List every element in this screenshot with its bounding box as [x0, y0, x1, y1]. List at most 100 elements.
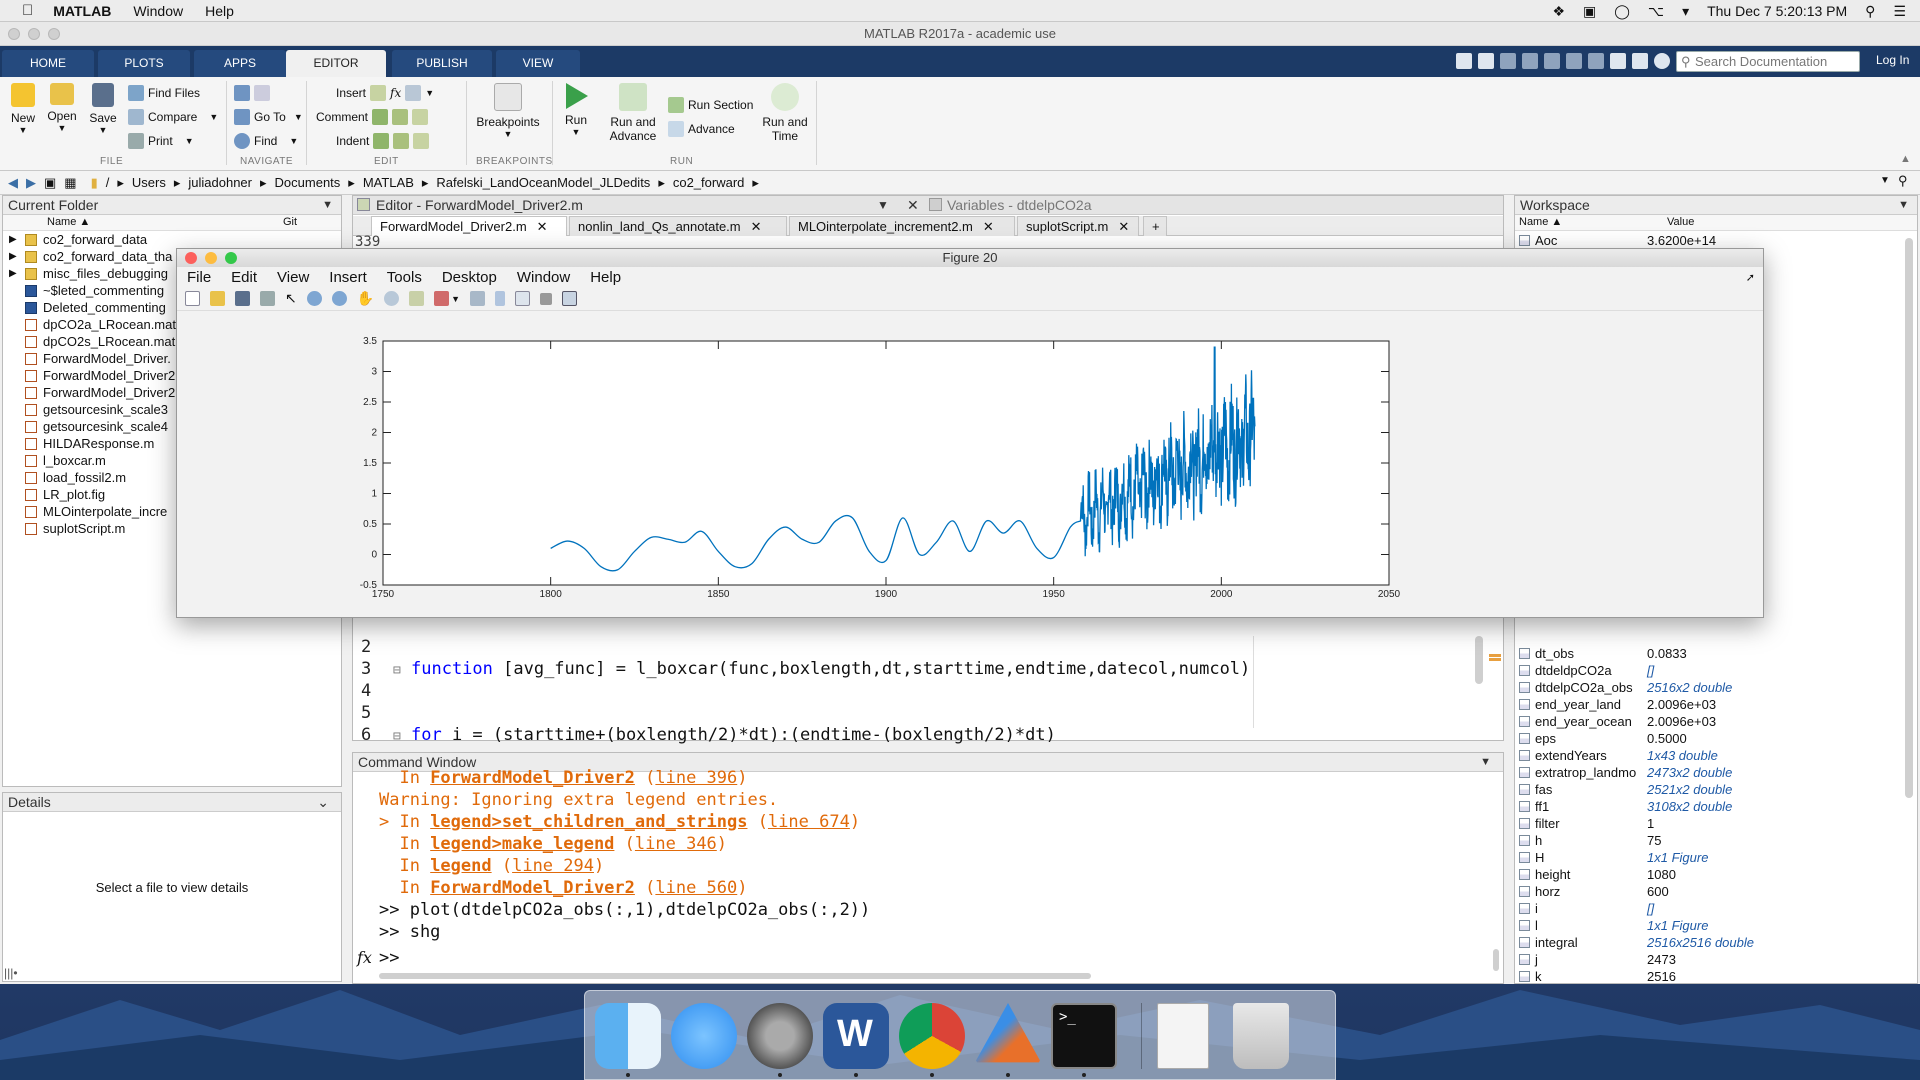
- chrome-icon[interactable]: [899, 1003, 965, 1069]
- editor-scrollbar[interactable]: [1475, 636, 1483, 684]
- clock[interactable]: Thu Dec 7 5:20:13 PM: [1707, 3, 1847, 19]
- spotlight-icon[interactable]: ⚲: [1865, 3, 1875, 20]
- apple-icon[interactable]: : [22, 2, 33, 19]
- tab-publish[interactable]: PUBLISH: [392, 50, 492, 77]
- breakpoints-button[interactable]: Breakpoints ▼: [472, 83, 544, 139]
- menu-window[interactable]: Window: [133, 3, 183, 19]
- folder-item[interactable]: ▶ co2_forward_data: [3, 231, 341, 248]
- switch-windows-icon[interactable]: [1610, 53, 1626, 69]
- word-icon[interactable]: W: [823, 1003, 889, 1069]
- minimize-window-button[interactable]: [28, 28, 40, 40]
- paste-icon[interactable]: [1544, 53, 1560, 69]
- back-icon[interactable]: ◀: [8, 175, 18, 191]
- editor-tab[interactable]: suplotScript.m ✕: [1017, 216, 1139, 236]
- tab-view[interactable]: VIEW: [496, 50, 580, 77]
- document-icon[interactable]: [1157, 1003, 1209, 1069]
- cut-icon[interactable]: [1500, 53, 1516, 69]
- open-button[interactable]: Open ▼: [46, 83, 78, 133]
- fold-toggle-icon[interactable]: ⊟: [393, 660, 411, 682]
- column-name[interactable]: Name ▲: [47, 216, 90, 228]
- expand-arrow-icon[interactable]: ▶: [9, 265, 17, 282]
- error-line-link[interactable]: line 396: [655, 768, 737, 788]
- compare-button[interactable]: Compare ▼: [128, 109, 218, 125]
- error-function-link[interactable]: legend>set_children_and_strings: [430, 812, 747, 832]
- command-prompt[interactable]: >>: [379, 947, 399, 969]
- find-files-button[interactable]: Find Files: [128, 85, 200, 101]
- run-button[interactable]: Run ▼: [560, 83, 592, 137]
- error-line-link[interactable]: line 294: [512, 856, 594, 876]
- zoom-window-button[interactable]: [48, 28, 60, 40]
- menu-help[interactable]: Help: [205, 3, 234, 19]
- breadcrumb-documents[interactable]: Documents: [275, 175, 341, 190]
- error-line-link[interactable]: line 346: [635, 834, 717, 854]
- tab-plots[interactable]: PLOTS: [98, 50, 190, 77]
- workspace-row[interactable]: dtdeldpCO2a []: [1515, 662, 1895, 679]
- workspace-row[interactable]: end_year_land 2.0096e+03: [1515, 696, 1895, 713]
- expand-arrow-icon[interactable]: ▶: [9, 248, 17, 265]
- new-button[interactable]: New ▼: [8, 83, 38, 135]
- run-section-button[interactable]: Run Section: [668, 97, 753, 113]
- advance-button[interactable]: Advance: [668, 121, 735, 137]
- editor-tab[interactable]: MLOinterpolate_increment2.m ✕: [789, 216, 1015, 236]
- editor-tab[interactable]: ForwardModel_Driver2.m ✕: [371, 216, 567, 236]
- workspace-row[interactable]: H 1x1 Figure: [1515, 849, 1895, 866]
- undo-icon[interactable]: [1566, 53, 1582, 69]
- workspace-row[interactable]: i []: [1515, 900, 1895, 917]
- workspace-row[interactable]: h 75: [1515, 832, 1895, 849]
- workspace-row[interactable]: dt_obs 0.0833: [1515, 645, 1895, 662]
- matlab-icon[interactable]: [975, 1003, 1041, 1063]
- bluetooth-icon[interactable]: ⌥: [1648, 3, 1664, 20]
- warning-marker[interactable]: [1489, 654, 1501, 657]
- insert-dropdown-icon[interactable]: ▼: [425, 88, 434, 98]
- workspace-row[interactable]: ff1 3108x2 double: [1515, 798, 1895, 815]
- workspace-row[interactable]: j 2473: [1515, 951, 1895, 968]
- insert-function-fx-icon[interactable]: fx: [390, 86, 401, 100]
- workspace-row[interactable]: height 1080: [1515, 866, 1895, 883]
- workspace-row[interactable]: end_year_ocean 2.0096e+03: [1515, 713, 1895, 730]
- browse-folder-icon[interactable]: ▦: [64, 175, 76, 191]
- tab-close-icon[interactable]: ✕: [537, 219, 548, 234]
- command-window-hscrollbar[interactable]: [379, 973, 1091, 979]
- wrap-comments-icon[interactable]: [412, 109, 429, 125]
- layout-icon[interactable]: [1456, 53, 1472, 69]
- find-button[interactable]: Find ▼: [234, 133, 298, 149]
- help-icon[interactable]: [1654, 53, 1670, 69]
- dropbox-icon[interactable]: ❖: [1552, 3, 1565, 20]
- workspace-row[interactable]: integral 2516x2516 double: [1515, 934, 1895, 951]
- code-line[interactable]: 6 ⊟ for i = (starttime+(boxlength/2)*dt):(…: [353, 724, 1056, 746]
- notification-center-icon[interactable]: ☰: [1893, 3, 1906, 20]
- command-window-output[interactable]: In ForwardModel_Driver2 (line 396) Warnin…: [379, 767, 1479, 943]
- error-function-link[interactable]: legend>make_legend: [430, 834, 614, 854]
- panel-menu-icon[interactable]: ▼: [322, 196, 333, 215]
- column-git[interactable]: Git: [283, 216, 297, 228]
- breadcrumb-matlab[interactable]: MATLAB: [363, 175, 414, 190]
- workspace-row[interactable]: extratrop_landmo 2473x2 double: [1515, 764, 1895, 781]
- close-window-button[interactable]: [8, 28, 20, 40]
- search-documentation-input[interactable]: ⚲ Search Documentation: [1676, 51, 1860, 72]
- error-function-link[interactable]: legend: [430, 856, 491, 876]
- print-button[interactable]: Print ▼: [128, 133, 194, 149]
- back-forward-buttons[interactable]: [234, 85, 270, 101]
- breadcrumb-juliadohner[interactable]: juliadohner: [188, 175, 252, 190]
- workspace-row[interactable]: horz 600: [1515, 883, 1895, 900]
- collapse-ribbon-icon[interactable]: ▲: [1900, 153, 1911, 165]
- window-layout-icon[interactable]: [1632, 53, 1648, 69]
- editor-menu-icon[interactable]: ▼: [877, 196, 889, 215]
- editor-close-icon[interactable]: ✕: [907, 196, 919, 215]
- messages-icon[interactable]: [671, 1003, 737, 1069]
- save-button[interactable]: Save ▼: [88, 83, 118, 135]
- run-and-time-button[interactable]: Run and Time: [758, 83, 812, 143]
- code-line[interactable]: 4: [353, 680, 393, 702]
- code-line[interactable]: 5: [353, 702, 393, 724]
- address-search-icon[interactable]: ⚲: [1898, 173, 1908, 189]
- workspace-row[interactable]: extendYears 1x43 double: [1515, 747, 1895, 764]
- details-collapse-icon[interactable]: ⌄: [317, 793, 329, 812]
- tab-editor[interactable]: EDITOR: [286, 50, 386, 77]
- workspace-row[interactable]: fas 2521x2 double: [1515, 781, 1895, 798]
- column-name[interactable]: Name ▲: [1519, 216, 1562, 228]
- insert-plot-icon[interactable]: [405, 85, 422, 101]
- system-preferences-icon[interactable]: [747, 1003, 813, 1069]
- fx-icon[interactable]: fx: [357, 947, 372, 969]
- uncomment-icon[interactable]: [392, 109, 409, 125]
- comment-percent-icon[interactable]: [372, 109, 389, 125]
